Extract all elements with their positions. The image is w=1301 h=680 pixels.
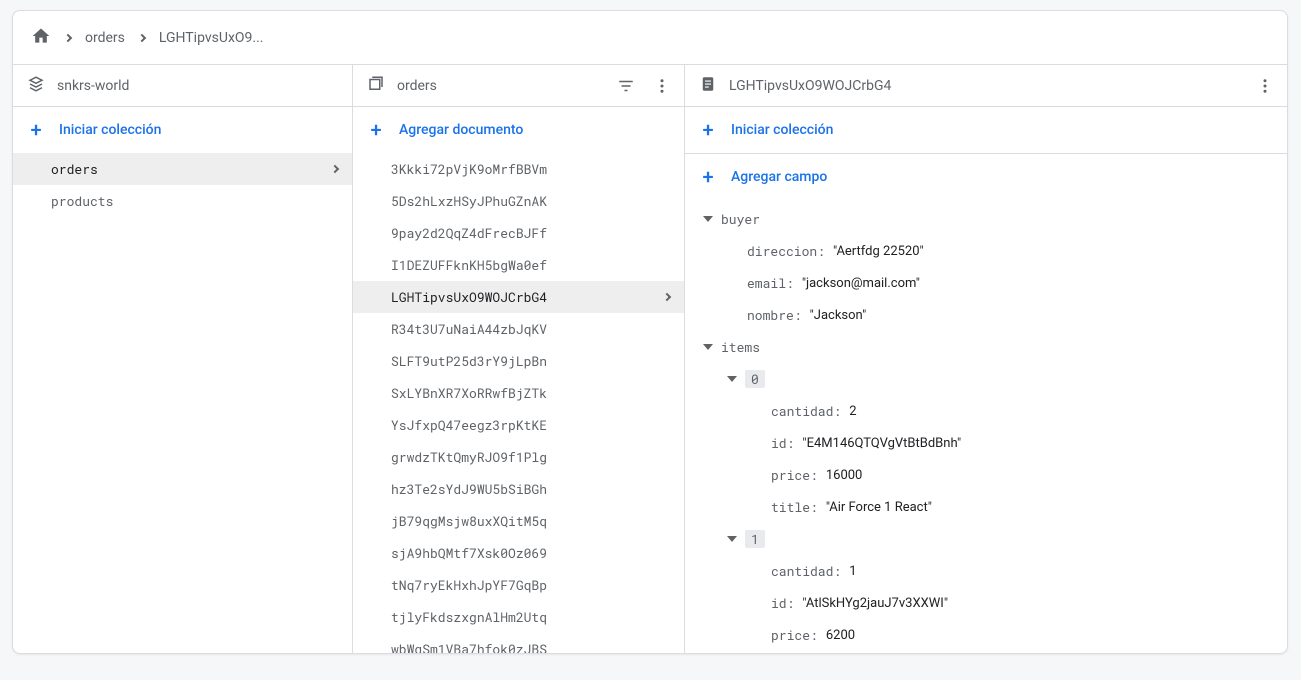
document-row[interactable]: grwdzTKtQmyRJO9f1Plg xyxy=(353,441,684,473)
document-icon xyxy=(699,75,717,97)
panel-header-collection: orders xyxy=(353,65,685,107)
collapse-toggle-icon[interactable] xyxy=(723,370,741,388)
document-label: YsJfxpQ47eegz3rpKtKE xyxy=(391,416,670,434)
plus-icon: + xyxy=(699,120,717,140)
document-label: LGHTipvsUxO9WOJCrbG4 xyxy=(391,288,658,306)
collection-row[interactable]: products xyxy=(13,185,352,217)
document-row[interactable]: 5Ds2hLxzHSyJPhuGZnAK xyxy=(353,185,684,217)
document-row[interactable]: hz3Te2sYdJ9WU5bSiBGh xyxy=(353,473,684,505)
add-document-button[interactable]: + Agregar documento xyxy=(353,107,684,153)
collapse-toggle-icon[interactable] xyxy=(699,338,717,356)
field-item-index[interactable]: 1 xyxy=(685,523,1287,555)
add-field-label: Agregar campo xyxy=(731,169,827,185)
field-item-cantidad[interactable]: cantidad:1 xyxy=(685,555,1287,587)
breadcrumb-doc[interactable]: LGHTipvsUxO9... xyxy=(159,30,264,46)
document-label: 5Ds2hLxzHSyJPhuGZnAK xyxy=(391,192,670,210)
chevron-right-icon xyxy=(663,293,671,301)
chevron-right-icon xyxy=(64,33,72,41)
document-row[interactable]: LGHTipvsUxO9WOJCrbG4 xyxy=(353,281,684,313)
document-label: sjA9hbQMtf7Xsk0Oz069 xyxy=(391,544,670,562)
collection-label: orders xyxy=(51,160,326,178)
document-label: SLFT9utP25d3rY9jLpBn xyxy=(391,352,670,370)
collection-icon xyxy=(367,75,385,97)
document-label: I1DEZUFFknKH5bgWa0ef xyxy=(391,256,670,274)
field-buyer[interactable]: buyer xyxy=(685,203,1287,235)
document-row[interactable]: YsJfxpQ47eegz3rpKtKE xyxy=(353,409,684,441)
field-item-price[interactable]: price:16000 xyxy=(685,459,1287,491)
field-item-cantidad[interactable]: cantidad:2 xyxy=(685,395,1287,427)
fields-column: + Iniciar colección + Agregar campo buye… xyxy=(685,107,1287,653)
document-row[interactable]: sjA9hbQMtf7Xsk0Oz069 xyxy=(353,537,684,569)
document-row[interactable]: R34t3U7uNaiA44zbJqKV xyxy=(353,313,684,345)
panel-title: snkrs-world xyxy=(57,78,129,94)
fields-scroll[interactable]: + Agregar campo buyerdireccion:Aertfdg 2… xyxy=(685,153,1287,653)
field-buyer-email[interactable]: email:jackson@mail.com xyxy=(685,267,1287,299)
field-item-title[interactable]: title:SB Zoom Blazer Mid xyxy=(685,651,1287,653)
document-label: 9pay2d2QqZ4dFrecBJFf xyxy=(391,224,670,242)
plus-icon: + xyxy=(27,120,45,140)
document-row[interactable]: SLFT9utP25d3rY9jLpBn xyxy=(353,345,684,377)
document-row[interactable]: tjlyFkdszxgnAlHm2Utq xyxy=(353,601,684,633)
collapse-toggle-icon[interactable] xyxy=(699,210,717,228)
document-label: hz3Te2sYdJ9WU5bSiBGh xyxy=(391,480,670,498)
panel-headers: snkrs-world orders LGHTipvsUxO9WOJCrbG4 xyxy=(13,65,1287,107)
start-collection-label: Iniciar colección xyxy=(59,122,161,138)
document-label: grwdzTKtQmyRJO9f1Plg xyxy=(391,448,670,466)
document-row[interactable]: 9pay2d2QqZ4dFrecBJFf xyxy=(353,217,684,249)
document-label: tjlyFkdszxgnAlHm2Utq xyxy=(391,608,670,626)
field-items[interactable]: items xyxy=(685,331,1287,363)
documents-column: + Agregar documento 3Kkki72pVjK9oMrfBBVm… xyxy=(353,107,685,653)
document-label: R34t3U7uNaiA44zbJqKV xyxy=(391,320,670,338)
start-subcollection-button[interactable]: + Iniciar colección xyxy=(685,107,1287,153)
field-buyer-direccion[interactable]: direccion:Aertfdg 22520 xyxy=(685,235,1287,267)
breadcrumb-orders[interactable]: orders xyxy=(85,30,125,46)
breadcrumb: orders LGHTipvsUxO9... xyxy=(13,11,1287,65)
add-field-button[interactable]: + Agregar campo xyxy=(685,153,1287,199)
collections-column: + Iniciar colección orders products xyxy=(13,107,353,653)
field-item-index[interactable]: 0 xyxy=(685,363,1287,395)
more-vert-icon[interactable] xyxy=(650,74,674,98)
more-vert-icon[interactable] xyxy=(1253,74,1277,98)
plus-icon: + xyxy=(699,167,717,187)
field-buyer-nombre[interactable]: nombre:Jackson xyxy=(685,299,1287,331)
field-item-id[interactable]: id:E4M146QTQVgVtBtBdBnh xyxy=(685,427,1287,459)
document-label: 3Kkki72pVjK9oMrfBBVm xyxy=(391,160,670,178)
panel-title: LGHTipvsUxO9WOJCrbG4 xyxy=(729,78,891,94)
firestore-card: orders LGHTipvsUxO9... snkrs-world order… xyxy=(12,10,1288,654)
database-icon xyxy=(27,75,45,97)
start-collection-button[interactable]: + Iniciar colección xyxy=(13,107,352,153)
home-icon[interactable] xyxy=(31,26,51,50)
add-document-label: Agregar documento xyxy=(399,122,523,138)
collection-label: products xyxy=(51,192,338,210)
document-row[interactable]: wbWqSm1VBa7hfok0zJBS xyxy=(353,633,684,653)
document-row[interactable]: I1DEZUFFknKH5bgWa0ef xyxy=(353,249,684,281)
document-row[interactable]: tNq7ryEkHxhJpYF7GqBp xyxy=(353,569,684,601)
plus-icon: + xyxy=(367,120,385,140)
field-item-title[interactable]: title:Air Force 1 React xyxy=(685,491,1287,523)
columns: + Iniciar colección orders products + Agr… xyxy=(13,107,1287,653)
document-label: wbWqSm1VBa7hfok0zJBS xyxy=(391,640,670,653)
collection-row[interactable]: orders xyxy=(13,153,352,185)
start-subcollection-label: Iniciar colección xyxy=(731,122,833,138)
filter-icon[interactable] xyxy=(614,74,638,98)
document-row[interactable]: SxLYBnXR7XoRRwfBjZTk xyxy=(353,377,684,409)
field-item-id[interactable]: id:AtlSkHYg2jauJ7v3XXWI xyxy=(685,587,1287,619)
document-label: SxLYBnXR7XoRRwfBjZTk xyxy=(391,384,670,402)
field-item-price[interactable]: price:6200 xyxy=(685,619,1287,651)
documents-scroll[interactable]: 3Kkki72pVjK9oMrfBBVm 5Ds2hLxzHSyJPhuGZnAK… xyxy=(353,153,684,653)
document-row[interactable]: 3Kkki72pVjK9oMrfBBVm xyxy=(353,153,684,185)
document-label: jB79qgMsjw8uxXQitM5q xyxy=(391,512,670,530)
document-row[interactable]: jB79qgMsjw8uxXQitM5q xyxy=(353,505,684,537)
panel-header-root: snkrs-world xyxy=(13,65,353,107)
chevron-right-icon xyxy=(138,33,146,41)
panel-header-document: LGHTipvsUxO9WOJCrbG4 xyxy=(685,65,1287,107)
collapse-toggle-icon[interactable] xyxy=(723,530,741,548)
panel-title: orders xyxy=(397,78,437,94)
chevron-right-icon xyxy=(331,165,339,173)
document-label: tNq7ryEkHxhJpYF7GqBp xyxy=(391,576,670,594)
